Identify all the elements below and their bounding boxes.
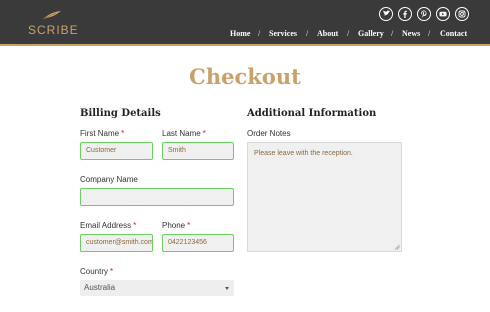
- resize-grip-icon[interactable]: [394, 244, 400, 250]
- nav-news[interactable]: News: [402, 29, 420, 38]
- page-title: Checkout: [189, 64, 301, 89]
- phone-label: Phone *: [162, 221, 191, 230]
- nav-gallery[interactable]: Gallery: [358, 29, 384, 38]
- last-name-label: Last Name *: [162, 129, 206, 138]
- nav-separator: /: [391, 29, 394, 38]
- order-notes-value: Please leave with the reception.: [254, 150, 353, 157]
- site-header: SCRIBE Home / Services / About / Gallery…: [0, 0, 490, 46]
- email-field[interactable]: customer@smith.com: [80, 234, 153, 252]
- nav-contact[interactable]: Contact: [440, 29, 467, 38]
- country-label: Country *: [80, 267, 114, 276]
- email-label: Email Address *: [80, 221, 137, 230]
- first-name-label: First Name *: [80, 129, 125, 138]
- chevron-down-icon: [225, 287, 229, 290]
- pinterest-icon[interactable]: [417, 7, 431, 21]
- company-name-field[interactable]: [80, 188, 234, 206]
- country-select-value: Australia: [84, 283, 116, 292]
- youtube-icon[interactable]: [436, 7, 450, 21]
- country-select[interactable]: Australia: [80, 280, 234, 296]
- instagram-icon[interactable]: [455, 7, 469, 21]
- required-marker: *: [133, 221, 137, 230]
- feather-icon: [43, 11, 61, 19]
- phone-field[interactable]: 0422123456: [162, 234, 234, 252]
- first-name-field[interactable]: Customer: [80, 142, 153, 160]
- last-name-field[interactable]: Smith: [162, 142, 234, 160]
- nav-separator: /: [347, 29, 350, 38]
- required-marker: *: [202, 129, 206, 138]
- company-name-label: Company Name: [80, 175, 138, 184]
- additional-info-heading: Additional Information: [247, 108, 377, 119]
- required-marker: *: [187, 221, 191, 230]
- nav-separator: /: [258, 29, 261, 38]
- order-notes-label: Order Notes: [247, 129, 291, 138]
- nav-separator: /: [428, 29, 431, 38]
- nav-services[interactable]: Services: [269, 29, 297, 38]
- facebook-icon[interactable]: [398, 7, 412, 21]
- required-marker: *: [110, 267, 114, 276]
- billing-heading: Billing Details: [80, 108, 161, 119]
- nav-home[interactable]: Home: [230, 29, 250, 38]
- main-nav: Home / Services / About / Gallery / News…: [0, 29, 490, 41]
- required-marker: *: [121, 129, 125, 138]
- order-notes-field[interactable]: Please leave with the reception.: [247, 142, 402, 252]
- nav-separator: /: [306, 29, 309, 38]
- nav-about[interactable]: About: [317, 29, 338, 38]
- twitter-icon[interactable]: [379, 7, 393, 21]
